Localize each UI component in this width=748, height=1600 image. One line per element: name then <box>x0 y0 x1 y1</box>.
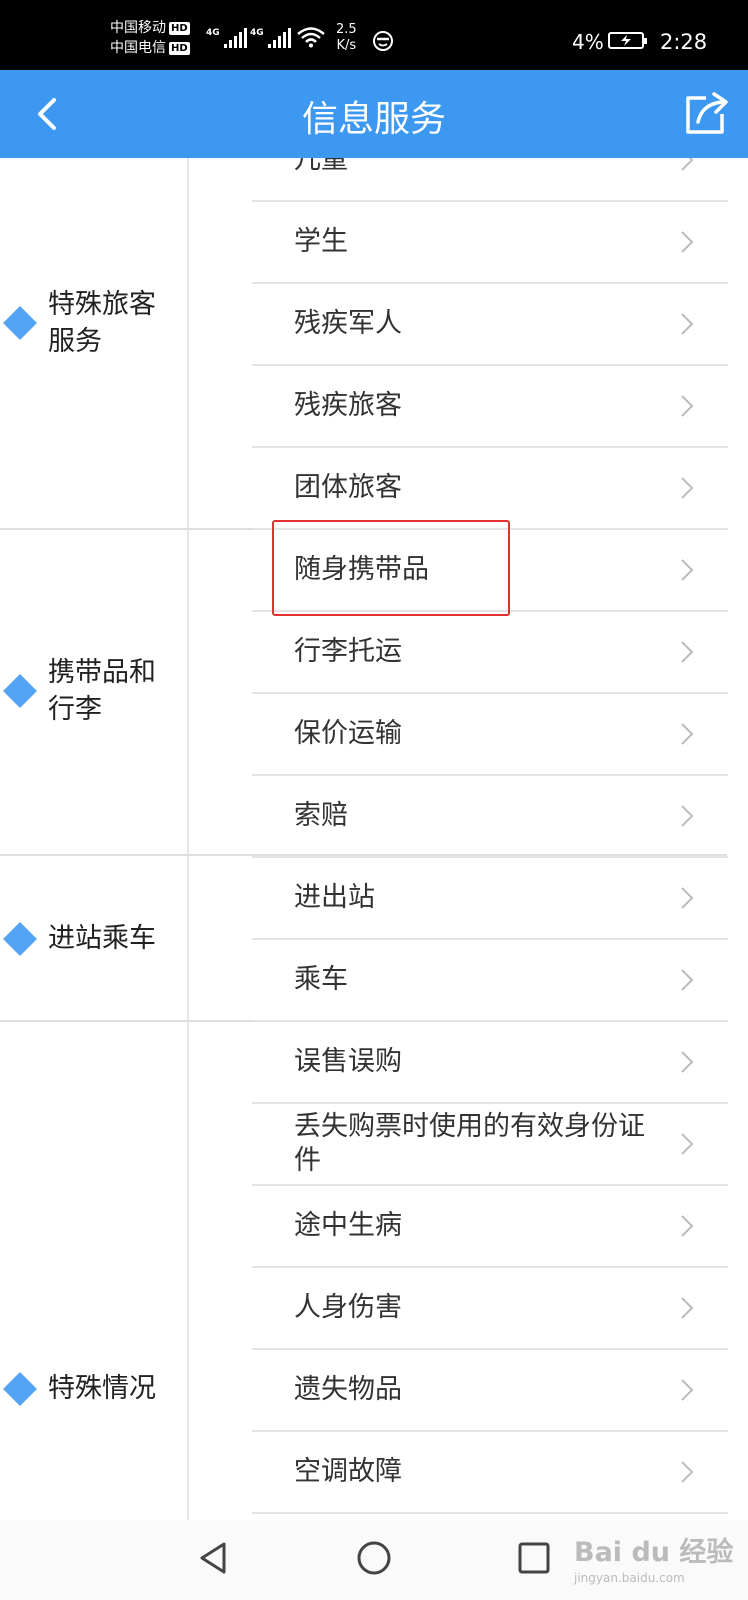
category-special-passengers[interactable]: 特殊旅客服务 <box>3 286 168 360</box>
list-item-label: 空调故障 <box>294 1456 402 1487</box>
list-item-children[interactable]: 儿童 <box>252 158 728 202</box>
category-label: 特殊旅客服务 <box>48 289 156 357</box>
list-item-label: 残疾军人 <box>294 308 402 339</box>
navigation-bar: Bai du 经验 jingyan.baidu.com <box>0 1520 748 1600</box>
list-item-label: 残疾旅客 <box>294 390 402 421</box>
carrier-info: 中国移动 HD 中国电信 HD <box>110 18 190 58</box>
column-divider <box>187 158 189 1520</box>
list-item-group-passengers[interactable]: 团体旅客 <box>252 448 728 530</box>
battery-icon <box>608 32 647 49</box>
signal-icon: 4G <box>250 28 291 48</box>
category-label: 特殊情况 <box>48 1373 156 1404</box>
list-item-label: 索赔 <box>294 800 348 831</box>
hd-badge: HD <box>169 41 190 55</box>
carrier-2: 中国电信 <box>110 40 166 56</box>
list-item-label: 遗失物品 <box>294 1374 402 1405</box>
wifi-icon <box>297 27 325 48</box>
list-item-label: 学生 <box>294 226 348 257</box>
chevron-right-icon <box>681 887 694 909</box>
chevron-right-icon <box>681 231 694 253</box>
list-item-label: 途中生病 <box>294 1210 402 1241</box>
list-item-ac-failure[interactable]: 空调故障 <box>252 1432 728 1514</box>
nav-back-icon[interactable] <box>194 1538 234 1578</box>
chevron-right-icon <box>681 1051 694 1073</box>
clock: 2:28 <box>660 30 708 54</box>
chevron-right-icon <box>681 1133 694 1155</box>
signal-icon: 4G <box>206 28 247 48</box>
carrier-1: 中国移动 <box>110 20 166 36</box>
watermark: Bai du 经验 jingyan.baidu.com <box>574 1537 734 1585</box>
list-item-boarding[interactable]: 乘车 <box>252 940 728 1022</box>
face-icon <box>373 31 393 51</box>
highlight-box <box>272 520 510 616</box>
hd-badge: HD <box>169 21 190 35</box>
list-item-label: 保价运输 <box>294 718 402 749</box>
list-item-wrong-ticket[interactable]: 误售误购 <box>252 1022 728 1104</box>
category-luggage[interactable]: 携带品和行李 <box>3 654 168 728</box>
list-item-label: 团体旅客 <box>294 472 402 503</box>
list-item-students[interactable]: 学生 <box>252 202 728 284</box>
list-item-label: 人身伤害 <box>294 1292 402 1323</box>
list-item-disabled-soldiers[interactable]: 残疾军人 <box>252 284 728 366</box>
diamond-icon <box>3 674 37 708</box>
category-boarding[interactable]: 进站乘车 <box>3 920 168 957</box>
list-item-disabled-passengers[interactable]: 残疾旅客 <box>252 366 728 448</box>
chevron-right-icon <box>681 1297 694 1319</box>
category-label: 进站乘车 <box>48 923 156 954</box>
list-item-illness[interactable]: 途中生病 <box>252 1186 728 1268</box>
chevron-right-icon <box>681 641 694 663</box>
list-item-label: 乘车 <box>294 964 348 995</box>
list-item-label: 丢失购票时使用的有效身份证件 <box>294 1111 645 1176</box>
list-item-label: 行李托运 <box>294 636 402 667</box>
list-item-label: 儿童 <box>294 158 348 175</box>
category-special-situations[interactable]: 特殊情况 <box>3 1370 168 1407</box>
title-bar: 信息服务 <box>0 70 748 158</box>
chevron-right-icon <box>681 158 694 171</box>
list-item-lost-items[interactable]: 遗失物品 <box>252 1350 728 1432</box>
chevron-right-icon <box>681 313 694 335</box>
diamond-icon <box>3 306 37 340</box>
category-label: 携带品和行李 <box>48 657 156 725</box>
chevron-right-icon <box>681 723 694 745</box>
list-item-station-entry-exit[interactable]: 进出站 <box>252 858 728 940</box>
battery-percent: 4% <box>572 30 604 54</box>
network-speed: 2.5 K/s <box>336 22 357 53</box>
chevron-right-icon <box>681 395 694 417</box>
list-item-luggage-checkin[interactable]: 行李托运 <box>252 612 728 694</box>
nav-home-icon[interactable] <box>354 1538 394 1578</box>
chevron-right-icon <box>681 1379 694 1401</box>
chevron-right-icon <box>681 1215 694 1237</box>
list-item-injury[interactable]: 人身伤害 <box>252 1268 728 1350</box>
chevron-right-icon <box>681 1461 694 1483</box>
diamond-icon <box>3 921 37 956</box>
page-title: 信息服务 <box>301 99 446 140</box>
service-list: 特殊旅客服务 携带品和行李 进站乘车 特殊情况 儿童 学生 残疾军人 残疾旅客 … <box>0 158 748 1520</box>
list-item-claims[interactable]: 索赔 <box>252 776 728 858</box>
chevron-right-icon <box>681 559 694 581</box>
list-item-lost-id[interactable]: 丢失购票时使用的有效身份证件 <box>252 1104 728 1186</box>
chevron-right-icon <box>681 969 694 991</box>
list-item-label: 误售误购 <box>294 1046 402 1077</box>
list-item-insured-shipping[interactable]: 保价运输 <box>252 694 728 776</box>
list-item-label: 进出站 <box>294 882 375 913</box>
diamond-icon <box>3 1371 37 1406</box>
chevron-right-icon <box>681 805 694 827</box>
chevron-right-icon <box>681 477 694 499</box>
status-bar: 中国移动 HD 中国电信 HD 4G 4G 2.5 K/s 4% 2:28 <box>0 0 748 70</box>
nav-recents-icon[interactable] <box>514 1538 554 1578</box>
share-icon[interactable] <box>684 90 730 136</box>
